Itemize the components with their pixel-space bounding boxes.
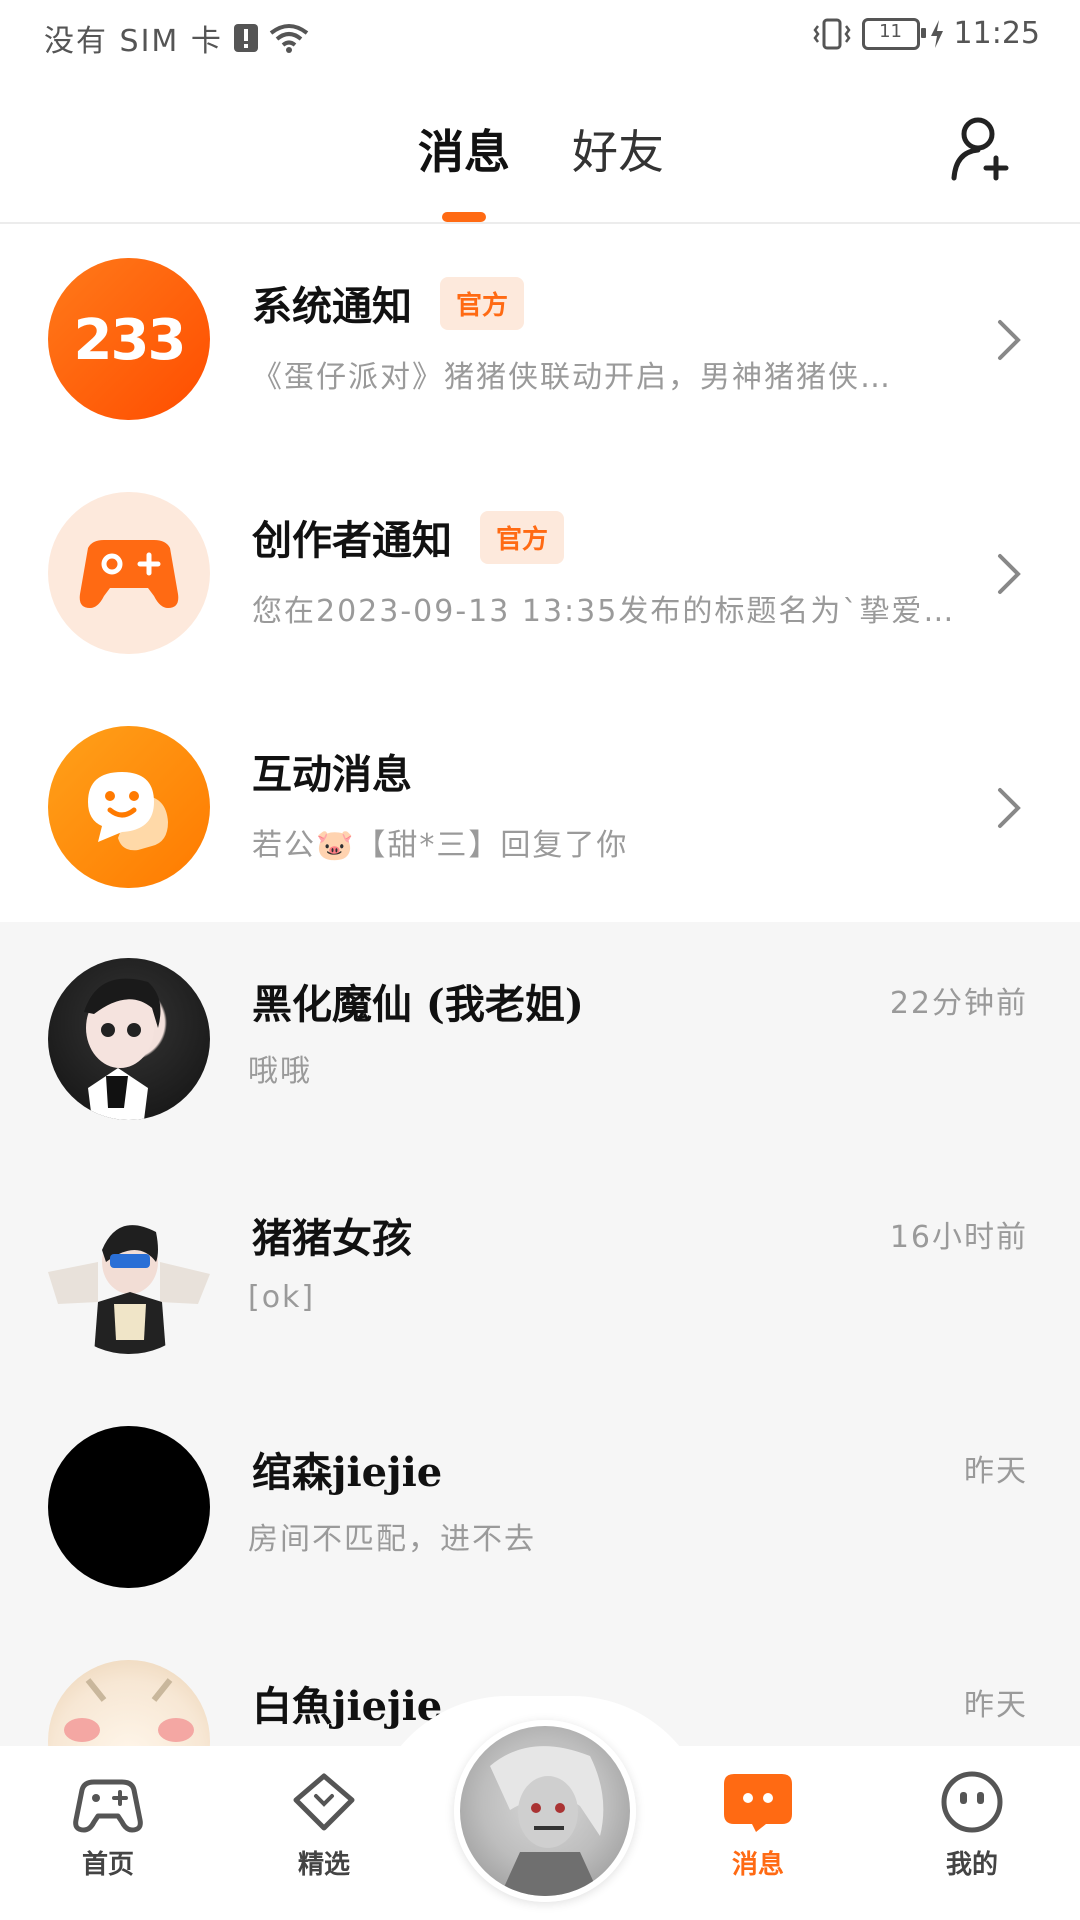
chat-last-message: 哦哦 [248, 1054, 312, 1089]
chat-last-message: 房间不匹配，进不去 [248, 1522, 536, 1557]
chat-row[interactable]: 猪猪女孩 16小时前 [ok] [0, 1156, 1080, 1390]
chat-list: 黑化魔仙 (我老姐) 22分钟前 哦哦 猪猪女孩 16小时前 [ok] 绾森ji… [0, 922, 1080, 1746]
add-friend-icon[interactable] [948, 112, 1018, 182]
alert-icon [233, 24, 258, 52]
nav-label: 精选 [297, 1850, 350, 1880]
interaction-notice-avatar [48, 726, 210, 888]
status-bar: 没有 SIM 卡 11 11:25 [0, 0, 1080, 76]
avatar-233-label: 233 [73, 308, 187, 373]
gamepad-icon [79, 540, 179, 608]
center-profile-avatar[interactable] [454, 1720, 636, 1902]
avatar-figure [490, 1746, 604, 1896]
interaction-notice-row[interactable]: 互动消息 若公🐷【甜*三】回复了你 [0, 690, 1080, 924]
creator-notice-title: 创作者通知 [252, 517, 452, 564]
nav-featured[interactable]: 精选 [264, 1770, 384, 1881]
chat-name: 白魚jiejie [252, 1683, 443, 1730]
heart-icon [293, 1773, 355, 1831]
creator-notice-row[interactable]: 创作者通知 官方 您在2023-09-13 13:35发布的标题名为`挚爱🥰`… [0, 456, 1080, 690]
chat-row[interactable]: 绾森jiejie 昨天 房间不匹配，进不去 [0, 1390, 1080, 1624]
interaction-notice-subtitle: 若公🐷【甜*三】回复了你 [252, 828, 629, 863]
tab-messages[interactable]: 消息 [418, 116, 510, 182]
status-right: 11 11:25 [812, 16, 1040, 51]
chat-row[interactable]: 黑化魔仙 (我老姐) 22分钟前 哦哦 [0, 922, 1080, 1156]
tab-indicator [442, 212, 486, 222]
vibrate-icon [812, 18, 851, 49]
nav-profile[interactable]: 我的 [912, 1770, 1032, 1881]
chevron-right-icon [998, 788, 1021, 828]
charging-icon [930, 19, 943, 48]
nav-label: 我的 [945, 1850, 998, 1880]
interaction-notice-title: 互动消息 [252, 751, 412, 798]
chat-time: 16小时前 [889, 1220, 1028, 1255]
chat-last-message: [ok] [248, 1280, 316, 1315]
gamepad-icon [73, 1779, 143, 1833]
creator-notice-title-wrap: 创作者通知 官方 [252, 508, 565, 566]
chat-time: 昨天 [964, 1688, 1028, 1723]
chat-name: 绾森jiejie [252, 1449, 443, 1496]
system-notice-avatar: 233 [48, 258, 210, 420]
avatar [48, 1426, 210, 1588]
chevron-right-icon [998, 320, 1021, 360]
chevron-right-icon [998, 554, 1021, 594]
avatar [48, 958, 210, 1120]
battery-level: 11 [879, 20, 902, 42]
carrier-text: 没有 SIM 卡 [44, 24, 223, 59]
chat-name: 猪猪女孩 [252, 1215, 412, 1262]
creator-notice-avatar [48, 492, 210, 654]
chat-name: 黑化魔仙 (我老姐) [252, 981, 584, 1028]
chat-time: 22分钟前 [889, 986, 1028, 1021]
message-icon [724, 1774, 792, 1832]
nav-label: 首页 [81, 1850, 134, 1880]
system-notice-title-wrap: 系统通知 官方 [252, 274, 525, 332]
avatar-figure [48, 1225, 210, 1354]
header: 消息 好友 [0, 76, 1080, 224]
nav-messages[interactable]: 消息 [698, 1770, 818, 1881]
battery-icon: 11 [861, 17, 926, 50]
tab-friends[interactable]: 好友 [572, 116, 664, 182]
chat-bubble-icon [88, 772, 168, 851]
official-badge: 官方 [440, 276, 525, 330]
interaction-notice-title-wrap: 互动消息 [252, 742, 412, 800]
system-notice-row[interactable]: 233 系统通知 官方 《蛋仔派对》猪猪侠联动开启，男神猪猪侠… [0, 222, 1080, 456]
system-notice-title: 系统通知 [252, 283, 412, 330]
smiley-icon [941, 1771, 1003, 1833]
wifi-icon [269, 24, 309, 53]
avatar [48, 1192, 210, 1354]
avatar-figure [84, 978, 161, 1120]
avatar-figure [64, 1678, 194, 1742]
clock: 11:25 [953, 16, 1040, 51]
status-left: 没有 SIM 卡 [44, 16, 309, 60]
chat-time: 昨天 [964, 1454, 1028, 1489]
system-notice-subtitle: 《蛋仔派对》猪猪侠联动开启，男神猪猪侠… [252, 360, 892, 395]
creator-notice-subtitle: 您在2023-09-13 13:35发布的标题名为`挚爱🥰`… [252, 594, 962, 629]
nav-home[interactable]: 首页 [48, 1770, 168, 1881]
official-badge: 官方 [480, 510, 565, 564]
avatar [48, 1660, 210, 1746]
nav-label: 消息 [731, 1850, 784, 1880]
